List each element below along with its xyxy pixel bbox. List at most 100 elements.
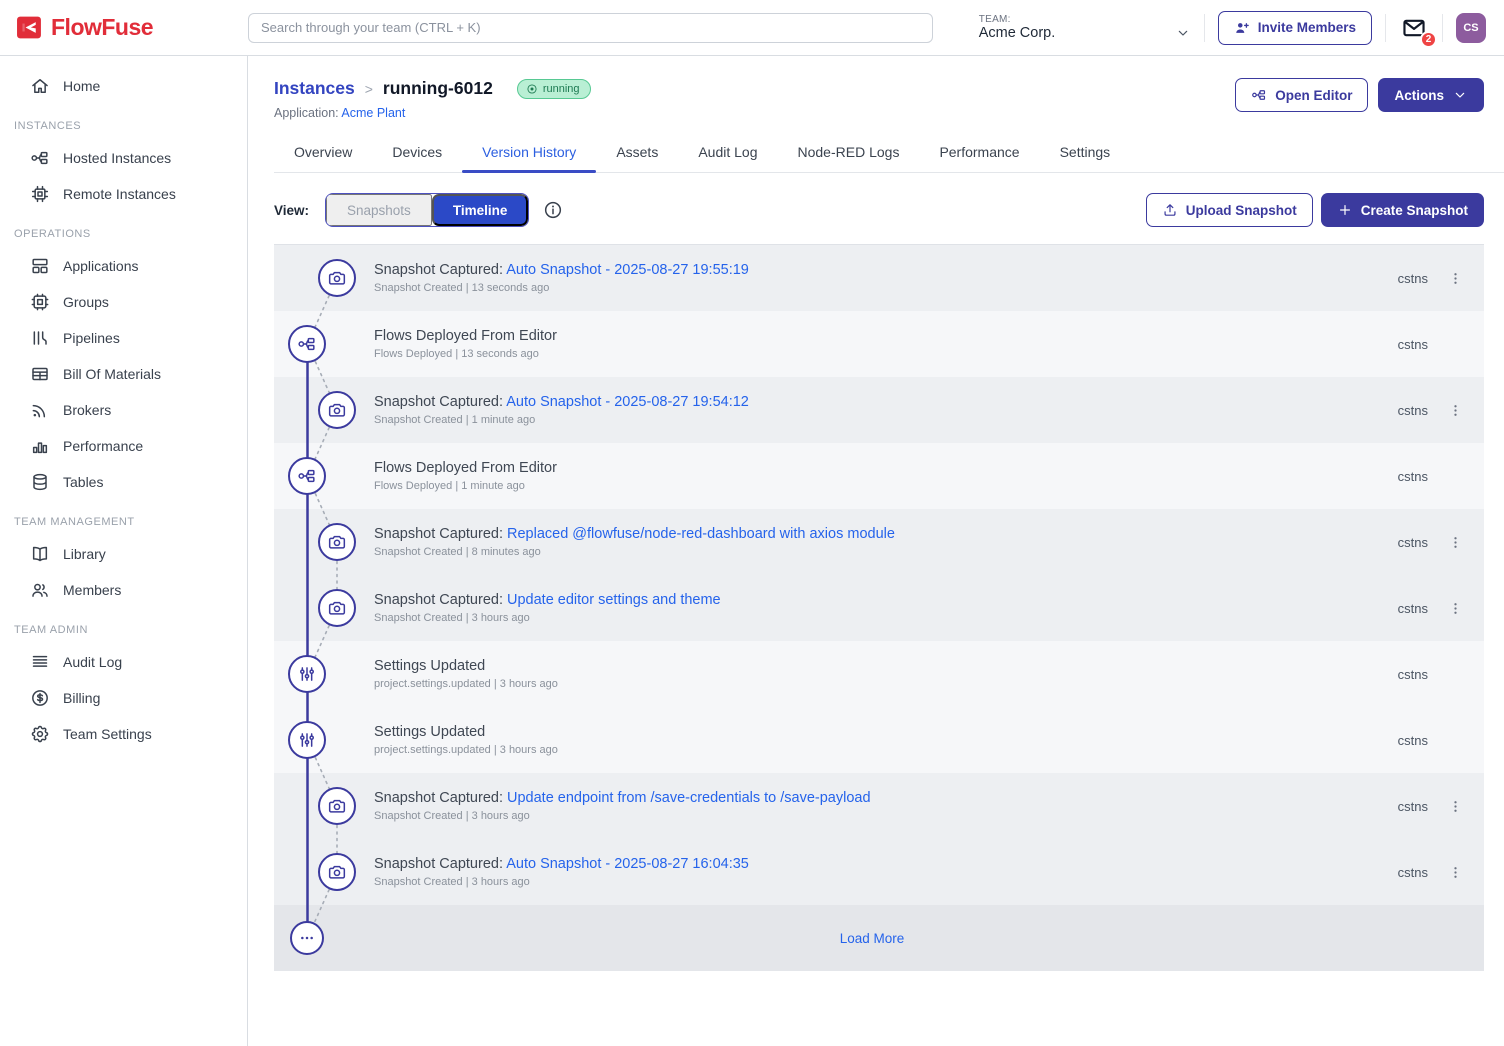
search-input[interactable] (248, 13, 933, 43)
snapshot-link[interactable]: Update endpoint from /save-credentials t… (507, 790, 871, 806)
row-menu-button[interactable] (1440, 593, 1470, 623)
camera-icon (318, 523, 356, 561)
sidebar-item-hosted-instances[interactable]: Hosted Instances (0, 140, 247, 176)
ellipsis-icon (290, 921, 324, 955)
notifications-button[interactable]: 2 (1399, 13, 1429, 43)
timeline-row: Settings Updatedproject.settings.updated… (274, 641, 1484, 707)
camera-icon (318, 259, 356, 297)
breadcrumb-instances-link[interactable]: Instances (274, 78, 355, 99)
sidebar-section-operations: OPERATIONS (0, 212, 247, 248)
gear-icon (30, 724, 50, 744)
open-editor-button[interactable]: Open Editor (1235, 78, 1368, 112)
snapshot-link[interactable]: Auto Snapshot - 2025-08-27 16:04:35 (506, 856, 749, 872)
tab-version-history[interactable]: Version History (462, 134, 596, 172)
camera-icon (318, 787, 356, 825)
row-menu-button[interactable] (1440, 395, 1470, 425)
divider (1442, 14, 1443, 42)
row-user: cstns (1398, 337, 1428, 352)
sidebar-item-performance[interactable]: Performance (0, 428, 247, 464)
application-label: Application: (274, 106, 339, 120)
sidebar-item-applications[interactable]: Applications (0, 248, 247, 284)
actions-button[interactable]: Actions (1378, 78, 1484, 112)
sidebar-item-label: Library (63, 546, 106, 562)
sidebar-item-tables[interactable]: Tables (0, 464, 247, 500)
pipelines-icon (30, 328, 50, 348)
row-meta: Snapshot Created | 13 seconds ago (374, 282, 1398, 294)
sidebar-item-pipelines[interactable]: Pipelines (0, 320, 247, 356)
event-title: Settings Updated (374, 724, 485, 740)
timeline-row: Snapshot Captured: Auto Snapshot - 2025-… (274, 839, 1484, 905)
row-title: Snapshot Captured: Update endpoint from … (374, 790, 1398, 806)
tab-settings[interactable]: Settings (1040, 134, 1131, 172)
top-bar: FlowFuse TEAM: Acme Corp. Invite Members… (0, 0, 1504, 56)
team-name: Acme Corp. (979, 25, 1056, 41)
sidebar-item-label: Pipelines (63, 330, 120, 346)
sidebar-item-label: Team Settings (63, 726, 152, 742)
sidebar-item-members[interactable]: Members (0, 572, 247, 608)
tab-devices[interactable]: Devices (372, 134, 462, 172)
row-title: Snapshot Captured: Auto Snapshot - 2025-… (374, 394, 1398, 410)
tab-audit-log[interactable]: Audit Log (678, 134, 777, 172)
sidebar-section-team-management: TEAM MANAGEMENT (0, 500, 247, 536)
view-toggle: SnapshotsTimeline (325, 193, 529, 227)
tab-performance[interactable]: Performance (919, 134, 1039, 172)
team-selector[interactable]: TEAM: Acme Corp. (979, 14, 1191, 41)
tab-assets[interactable]: Assets (596, 134, 678, 172)
invite-members-label: Invite Members (1258, 20, 1356, 35)
sidebar-item-groups[interactable]: Groups (0, 284, 247, 320)
groups-icon (30, 292, 50, 312)
timeline-row: Flows Deployed From EditorFlows Deployed… (274, 311, 1484, 377)
row-menu-button[interactable] (1440, 263, 1470, 293)
info-icon (543, 200, 563, 220)
row-menu-button[interactable] (1440, 791, 1470, 821)
flowfuse-logo-icon (16, 15, 43, 40)
tab-node-red-logs[interactable]: Node-RED Logs (778, 134, 920, 172)
view-toggle-timeline[interactable]: Timeline (432, 194, 529, 226)
snapshot-link[interactable]: Update editor settings and theme (507, 592, 721, 608)
sidebar-item-label: Billing (63, 690, 100, 706)
invite-members-button[interactable]: Invite Members (1218, 11, 1372, 45)
row-user: cstns (1398, 667, 1428, 682)
application-link[interactable]: Acme Plant (341, 106, 405, 120)
row-meta: Snapshot Created | 3 hours ago (374, 810, 1398, 822)
tab-overview[interactable]: Overview (274, 134, 372, 172)
avatar[interactable]: CS (1456, 13, 1486, 43)
row-title-prefix: Snapshot Captured: (374, 790, 507, 806)
snapshot-link[interactable]: Replaced @flowfuse/node-red-dashboard wi… (507, 526, 895, 542)
sidebar-item-team-settings[interactable]: Team Settings (0, 716, 247, 752)
row-user: cstns (1398, 403, 1428, 418)
create-snapshot-button[interactable]: Create Snapshot (1321, 193, 1484, 227)
sidebar-item-bill-of-materials[interactable]: Bill Of Materials (0, 356, 247, 392)
flowfuse-logo[interactable]: FlowFuse (16, 14, 248, 41)
sidebar-item-brokers[interactable]: Brokers (0, 392, 247, 428)
row-menu-button[interactable] (1440, 527, 1470, 557)
sidebar-item-audit-log[interactable]: Audit Log (0, 644, 247, 680)
snapshot-link[interactable]: Auto Snapshot - 2025-08-27 19:54:12 (506, 394, 749, 410)
upload-snapshot-button[interactable]: Upload Snapshot (1146, 193, 1313, 227)
row-user: cstns (1398, 865, 1428, 880)
row-user: cstns (1398, 799, 1428, 814)
database-icon (30, 472, 50, 492)
row-meta: project.settings.updated | 3 hours ago (374, 744, 1398, 756)
info-button[interactable] (543, 200, 563, 220)
sidebar-item-billing[interactable]: Billing (0, 680, 247, 716)
row-title: Snapshot Captured: Replaced @flowfuse/no… (374, 526, 1398, 542)
sidebar-item-label: Bill Of Materials (63, 366, 161, 382)
sidebar-item-remote-instances[interactable]: Remote Instances (0, 176, 247, 212)
row-title-prefix: Snapshot Captured: (374, 856, 506, 872)
brand-name: FlowFuse (51, 14, 153, 41)
load-more-link[interactable]: Load More (840, 931, 905, 946)
table-icon (30, 364, 50, 384)
snapshot-link[interactable]: Auto Snapshot - 2025-08-27 19:55:19 (506, 262, 749, 278)
running-status-icon (526, 83, 538, 95)
sidebar-item-library[interactable]: Library (0, 536, 247, 572)
timeline-row: Settings Updated project.settings.updated… (274, 707, 1484, 773)
view-toggle-snapshots[interactable]: Snapshots (326, 194, 432, 226)
row-title-prefix: Snapshot Captured: (374, 262, 506, 278)
row-user: cstns (1398, 535, 1428, 550)
sidebar-item-label: Members (63, 582, 121, 598)
sidebar-item-label: Audit Log (63, 654, 122, 670)
load-more-row: Load More (274, 905, 1484, 971)
row-menu-button[interactable] (1440, 857, 1470, 887)
sidebar-item-home[interactable]: Home (0, 68, 247, 104)
